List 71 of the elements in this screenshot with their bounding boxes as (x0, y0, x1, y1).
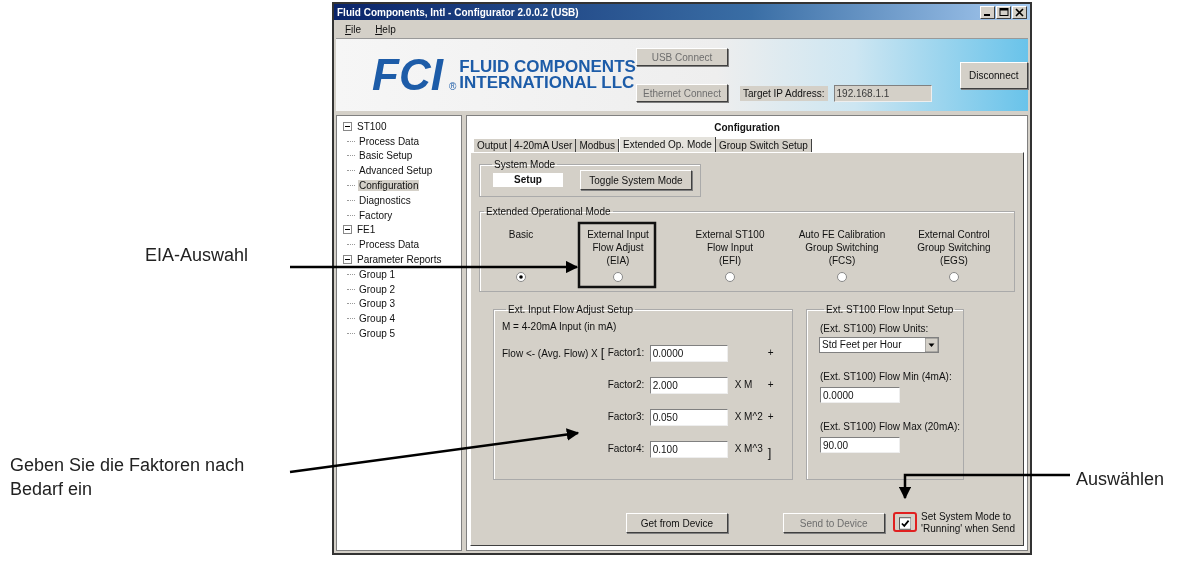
field-label: (Ext. ST100) Flow Units: (820, 323, 930, 336)
multiplier-text: X M (733, 378, 754, 390)
get-from-device-button[interactable]: Get from Device (626, 513, 728, 533)
formula-note: M = 4-20mA Input (in mA) (502, 321, 618, 334)
group-title: Ext. Input Flow Adjust Setup (507, 304, 635, 315)
units-dropdown[interactable]: Std Feet per Hour (819, 337, 939, 353)
mode-display: Setup (493, 173, 563, 187)
toggle-mode-button[interactable]: Toggle System Mode (580, 170, 692, 190)
flow-min-field[interactable]: 0.0000 (820, 387, 900, 403)
bracket-text: [ (600, 345, 605, 361)
tree-item[interactable]: Factory (358, 209, 394, 221)
operator-text: + (767, 346, 775, 358)
field-label: (Ext. ST100) Flow Min (4mA): (820, 371, 953, 384)
company-name: FLUID COMPONENTS (459, 59, 636, 75)
formula-text: Flow <- (Avg. Flow) X (502, 347, 598, 360)
field-label: (Ext. ST100) Flow Max (20mA): (820, 421, 962, 434)
tree-item[interactable]: Group 4 (358, 313, 397, 325)
tree-item[interactable]: Process Data (358, 135, 421, 147)
logo-mark: FCI (372, 52, 445, 98)
callout-label: Auswählen (1076, 468, 1165, 491)
option-label: Auto FE Calibration Group Switching (FCS) (798, 228, 886, 267)
callout-label: EIA-Auswahl (145, 244, 249, 267)
option-label: External ST100 Flow Input (EFI) (695, 228, 765, 267)
tree-item[interactable]: Diagnostics (358, 194, 412, 206)
checkbox-label: Set System Mode to 'Running' when Send (921, 511, 1015, 535)
tab[interactable]: 4-20mA User (511, 139, 577, 152)
tree-item[interactable]: Group 5 (358, 328, 397, 340)
window-title: Fluid Components, Intl - Configurator 2.0.0.2 (USB) (337, 6, 579, 18)
tree-item[interactable]: Group 1 (358, 268, 397, 280)
multiplier-text: X M^3 (733, 442, 764, 454)
option-label: Basic (508, 228, 534, 242)
tab[interactable]: Output (474, 139, 512, 152)
tab[interactable]: Group Switch Setup (715, 139, 812, 152)
group-title: Extended Operational Mode (485, 206, 612, 217)
disconnect-button[interactable]: Disconnect (959, 61, 1028, 89)
field-label: Factor2: (607, 378, 646, 390)
operator-text: + (767, 410, 775, 422)
tree-item[interactable]: Group 3 (358, 298, 397, 310)
tab[interactable]: Extended Op. Mode (618, 137, 716, 152)
multiplier-text: X M^2 (733, 410, 764, 422)
group-title: Ext. ST100 Flow Input Setup (825, 304, 955, 315)
tree-item[interactable]: Parameter Reports (356, 254, 443, 266)
factor-field[interactable]: 0.0000 (649, 345, 728, 362)
field-label: Factor4: (607, 442, 646, 454)
operator-text: ] (767, 444, 773, 462)
field-label: Factor3: (607, 410, 646, 422)
registered-mark: ® (448, 81, 457, 92)
factor-field[interactable]: 0.100 (649, 441, 728, 458)
panel-title: Configuration (713, 121, 781, 135)
tree-item[interactable]: Process Data (358, 239, 421, 251)
tree-item[interactable]: FE1 (356, 224, 377, 236)
factor-field[interactable]: 2.000 (649, 377, 728, 394)
callout-label: Geben Sie die Faktoren nach Bedarf ein (10, 454, 246, 501)
tree-item[interactable]: Basic Setup (358, 150, 414, 162)
tree-item[interactable]: Group 2 (358, 283, 397, 295)
tree-item[interactable]: Configuration (358, 180, 420, 192)
tab[interactable]: Modbus (576, 139, 619, 152)
operator-text: + (767, 378, 775, 390)
menu-item[interactable]: File (345, 23, 362, 35)
menu-item[interactable]: Help (375, 23, 396, 35)
ip-address-label: Target IP Address: (740, 86, 828, 101)
option-label: External Control Group Switching (EGS) (917, 228, 991, 267)
tree-item[interactable]: Advanced Setup (358, 165, 434, 177)
dropdown-value: Std Feet per Hour (821, 338, 903, 352)
field-label: Factor1: (607, 346, 646, 358)
tree-item[interactable]: ST100 (356, 120, 388, 132)
factor-field[interactable]: 0.050 (649, 409, 728, 426)
company-name: INTERNATIONAL LLC (459, 75, 636, 91)
group-title: System Mode (493, 159, 557, 170)
option-label: External Input Flow Adjust (EIA) (587, 228, 649, 267)
flow-max-field[interactable]: 90.00 (820, 437, 900, 453)
